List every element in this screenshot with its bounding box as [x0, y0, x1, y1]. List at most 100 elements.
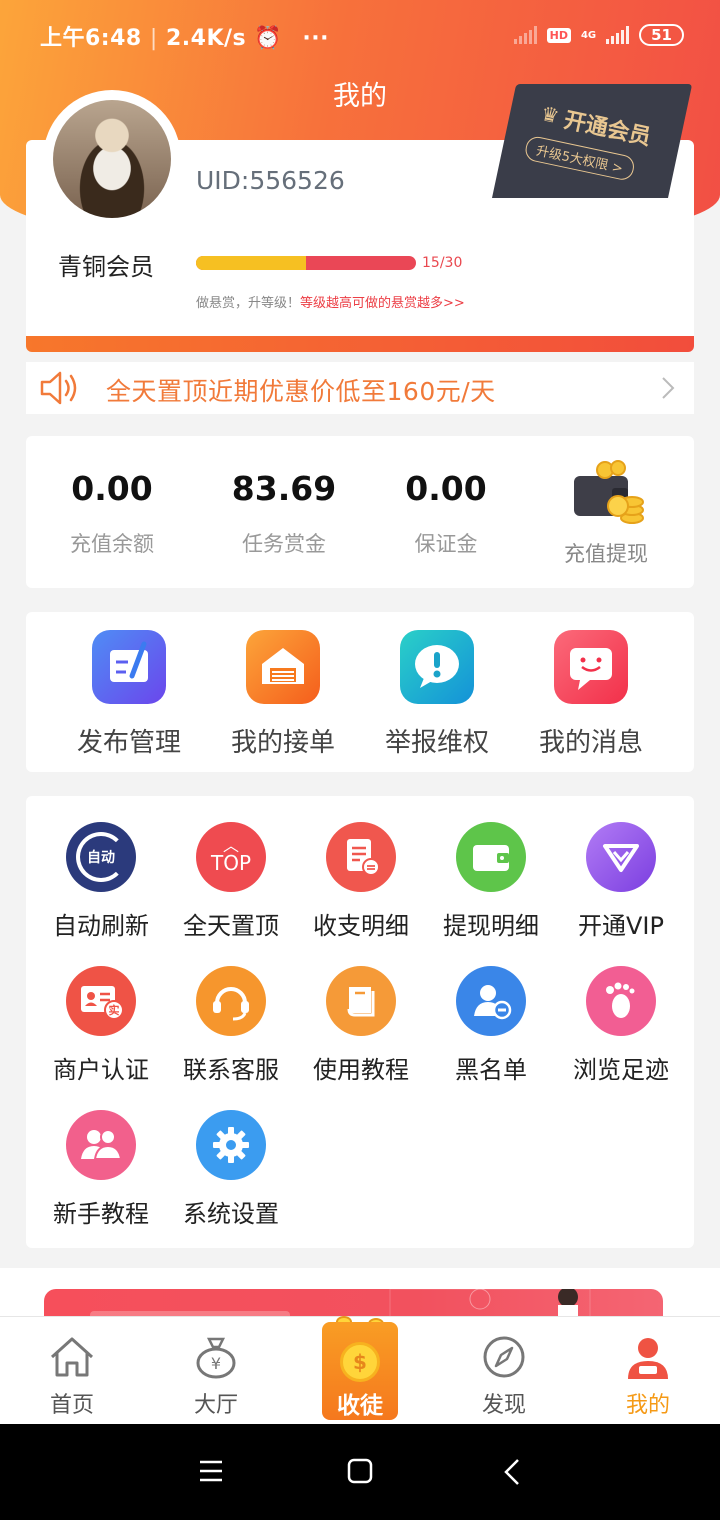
avatar-frame[interactable]	[43, 90, 181, 228]
grid-item-blacklist[interactable]: 黑名单	[426, 966, 556, 1085]
tab-hall[interactable]: ¥ 大厅	[161, 1335, 271, 1419]
compass-icon	[483, 1336, 525, 1378]
wallet-label: 保证金	[414, 532, 478, 556]
headset-icon	[196, 966, 266, 1036]
alarm-icon: ⏰	[254, 26, 283, 51]
wifi-signal-icon	[513, 26, 537, 44]
grid-item-withdraw-detail[interactable]: 提现明细	[426, 822, 556, 941]
grid-item-label: 联系客服	[183, 1056, 279, 1084]
wallet-card: 0.00 充值余额 83.69 任务赏金 0.00 保证金 充值提现	[26, 436, 694, 588]
grid-item-user-guide[interactable]: 使用教程	[296, 966, 426, 1085]
uid-label: UID:556526	[196, 166, 345, 195]
menu-icon[interactable]	[198, 1458, 224, 1484]
quick-item-label: 发布管理	[76, 728, 181, 758]
coin-icon: $	[340, 1342, 380, 1382]
edit-icon	[92, 630, 166, 704]
level-tip[interactable]: 做悬赏，升等级！等级越高可做的悬赏越多>>	[196, 292, 465, 311]
grid-item-label: 收支明细	[313, 912, 409, 940]
wallet-value: 83.69	[231, 469, 337, 508]
wallet-value: 0.00	[71, 469, 153, 508]
users-icon	[66, 1110, 136, 1180]
grid-item-merchant-verify[interactable]: 实 商户认证	[36, 966, 166, 1085]
grid-item-browse-history[interactable]: 浏览足迹	[556, 966, 686, 1085]
grid-item-label: 商户认证	[53, 1056, 149, 1084]
grid-item-newbie-guide[interactable]: 新手教程	[36, 1110, 166, 1229]
grid-item-label: 开通VIP	[578, 912, 664, 940]
avatar[interactable]	[53, 100, 171, 218]
grid-item-customer-service[interactable]: 联系客服	[166, 966, 296, 1085]
bill-icon	[326, 822, 396, 892]
svg-text:¥: ¥	[211, 1354, 221, 1373]
block-user-icon	[456, 966, 526, 1036]
level-tip-link[interactable]: 等级越高可做的悬赏越多>>	[300, 296, 465, 311]
tab-label: 我的	[625, 1393, 670, 1418]
services-grid: 自动 自动刷新 ︿ TOP 全天置顶 收支明细 提现明细 开通VIP 实 商户认…	[26, 796, 694, 1248]
hd-badge: HD	[546, 27, 571, 43]
status-left: 上午6:48 | 2.4K/s ⏰ ···	[40, 20, 329, 52]
wallet-value: 0.00	[405, 469, 487, 508]
grid-item-income-expense[interactable]: 收支明细	[296, 822, 426, 941]
quick-item-label: 我的消息	[538, 728, 643, 758]
tab-recruit[interactable]: $ 收徒	[322, 1300, 398, 1422]
home-button-icon[interactable]	[347, 1458, 373, 1484]
status-time: 上午6:48	[40, 26, 142, 51]
wallet-coins-icon[interactable]	[572, 460, 644, 526]
tab-label: 收徒	[337, 1393, 383, 1419]
user-icon	[628, 1338, 668, 1379]
grid-item-label: 使用教程	[313, 1056, 409, 1084]
grid-item-label: 自动刷新	[53, 912, 149, 940]
notice-text: 全天置顶近期优惠价低至160元/天	[106, 377, 496, 406]
quick-item-my-orders[interactable]: 我的接单	[206, 630, 360, 759]
home-icon	[50, 1337, 94, 1377]
crown-icon: ♛	[538, 101, 562, 129]
status-divider: |	[149, 26, 158, 51]
level-progress-bar	[196, 256, 416, 270]
footprint-icon	[586, 966, 656, 1036]
top-icon: ︿ TOP	[196, 822, 266, 892]
wallet-item-deposit[interactable]: 0.00 保证金	[366, 466, 526, 558]
notice-bar[interactable]: 全天置顶近期优惠价低至160元/天	[26, 362, 694, 414]
member-card-accent-bar	[26, 336, 694, 352]
tab-discover[interactable]: 发现	[449, 1335, 559, 1419]
grid-item-system-settings[interactable]: 系统设置	[166, 1110, 296, 1229]
quick-item-publish-manage[interactable]: 发布管理	[52, 630, 206, 759]
grid-item-auto-refresh[interactable]: 自动 自动刷新	[36, 822, 166, 941]
grid-item-label: 提现明细	[443, 912, 539, 940]
merchant-glyph: 实	[109, 1003, 120, 1017]
recharge-withdraw-label[interactable]: 充值提现	[526, 538, 686, 568]
grid-item-open-vip[interactable]: 开通VIP	[556, 822, 686, 941]
tab-mine[interactable]: 我的	[593, 1335, 703, 1419]
grid-item-label: 浏览足迹	[573, 1056, 669, 1084]
member-level: 青铜会员	[58, 253, 154, 281]
tab-label: 大厅	[193, 1393, 238, 1418]
wallet-item-recharge-balance[interactable]: 0.00 充值余额	[32, 466, 192, 558]
wallet-item-task-reward[interactable]: 83.69 任务赏金	[204, 466, 364, 558]
book-icon	[326, 966, 396, 1036]
system-navigation-bar	[0, 1424, 720, 1520]
quick-item-label: 我的接单	[230, 728, 335, 758]
status-speed: 2.4K/s	[166, 26, 247, 51]
level-progress-fill	[196, 256, 306, 270]
quick-item-report[interactable]: 举报维权	[360, 630, 514, 759]
wallet-label: 任务赏金	[242, 532, 326, 556]
diamond-icon	[586, 822, 656, 892]
grid-item-label: 黑名单	[455, 1056, 527, 1084]
level-tip-prefix: 做悬赏，升等级！	[196, 296, 301, 311]
auto-refresh-glyph: 自动	[76, 832, 126, 882]
exclamation-icon	[400, 630, 474, 704]
quick-item-my-messages[interactable]: 我的消息	[514, 630, 668, 759]
merchant-icon: 实	[66, 966, 136, 1036]
battery-indicator: 51	[639, 24, 684, 46]
level-progress-text: 15/30	[422, 255, 463, 271]
top-glyph: TOP	[210, 851, 252, 875]
store-icon	[246, 630, 320, 704]
back-icon[interactable]	[502, 1458, 522, 1486]
tab-home[interactable]: 首页	[17, 1335, 127, 1419]
message-icon	[554, 630, 628, 704]
wallet-icon	[456, 822, 526, 892]
status-dots: ···	[302, 26, 329, 51]
grid-item-pin-top[interactable]: ︿ TOP 全天置顶	[166, 822, 296, 941]
grid-item-label: 系统设置	[183, 1200, 279, 1228]
speaker-icon	[40, 371, 77, 405]
auto-refresh-icon: 自动	[66, 822, 136, 892]
